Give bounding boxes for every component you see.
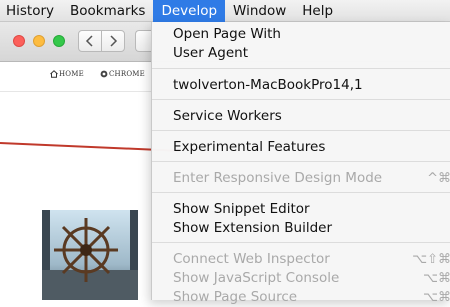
nav-chrome-link[interactable]: CHROME <box>100 70 145 78</box>
menu-item-open-page-with[interactable]: Open Page With <box>152 25 450 44</box>
sidebar-button[interactable] <box>135 30 151 52</box>
menu-item-user-agent[interactable]: User Agent <box>152 44 450 63</box>
menu-help[interactable]: Help <box>294 0 341 22</box>
menu-item-javascript-console: Show JavaScript Console ⌥⌘ <box>152 269 450 288</box>
javascript-console-label: Show JavaScript Console <box>173 270 340 286</box>
web-inspector-label: Connect Web Inspector <box>173 251 330 267</box>
menu-separator <box>152 192 450 193</box>
menu-separator <box>152 99 450 100</box>
menu-window[interactable]: Window <box>225 0 294 22</box>
web-inspector-shortcut: ⌥⇧⌘ <box>412 252 450 267</box>
menu-bar: History Bookmarks Develop Window Help <box>0 0 450 22</box>
home-icon <box>50 70 58 78</box>
close-window-button[interactable] <box>13 35 25 47</box>
menu-item-snippet-editor[interactable]: Show Snippet Editor <box>152 200 450 219</box>
forward-button[interactable] <box>101 30 125 52</box>
nav-home-label: HOME <box>59 70 84 78</box>
ship-wheel-image <box>42 210 138 300</box>
back-button[interactable] <box>78 30 102 52</box>
page-source-shortcut: ⌥⌘ <box>423 290 450 305</box>
menu-item-web-inspector: Connect Web Inspector ⌥⇧⌘ <box>152 250 450 269</box>
ship-wheel-photo[interactable] <box>42 210 138 300</box>
menu-item-page-source: Show Page Source ⌥⌘ <box>152 288 450 307</box>
menu-develop[interactable]: Develop <box>153 0 226 22</box>
zoom-window-button[interactable] <box>53 35 65 47</box>
menu-item-experimental-features[interactable]: Experimental Features <box>152 138 450 157</box>
minimize-window-button[interactable] <box>33 35 45 47</box>
responsive-design-shortcut: ^⌘ <box>427 171 450 186</box>
responsive-design-mode-label: Enter Responsive Design Mode <box>173 170 383 186</box>
menu-item-extension-builder[interactable]: Show Extension Builder <box>152 219 450 238</box>
menu-separator <box>152 130 450 131</box>
menu-separator <box>152 161 450 162</box>
page-source-label: Show Page Source <box>173 289 298 305</box>
chevron-right-icon <box>110 35 118 47</box>
nav-home-link[interactable]: HOME <box>50 70 84 78</box>
chevron-left-icon <box>85 35 93 47</box>
javascript-console-shortcut: ⌥⌘ <box>423 271 450 286</box>
chrome-icon <box>100 70 108 78</box>
menu-item-device[interactable]: twolverton-MacBookPro14,1 <box>152 76 450 95</box>
menu-history[interactable]: History <box>0 0 62 22</box>
menu-separator <box>152 242 450 243</box>
menu-separator <box>152 68 450 69</box>
menu-item-service-workers[interactable]: Service Workers <box>152 107 450 126</box>
menu-item-responsive-design-mode: Enter Responsive Design Mode ^⌘ <box>152 169 450 188</box>
nav-chrome-label: CHROME <box>109 70 145 78</box>
menu-bookmarks[interactable]: Bookmarks <box>62 0 153 22</box>
develop-menu-dropdown: Open Page With User Agent twolverton-Mac… <box>151 22 450 305</box>
